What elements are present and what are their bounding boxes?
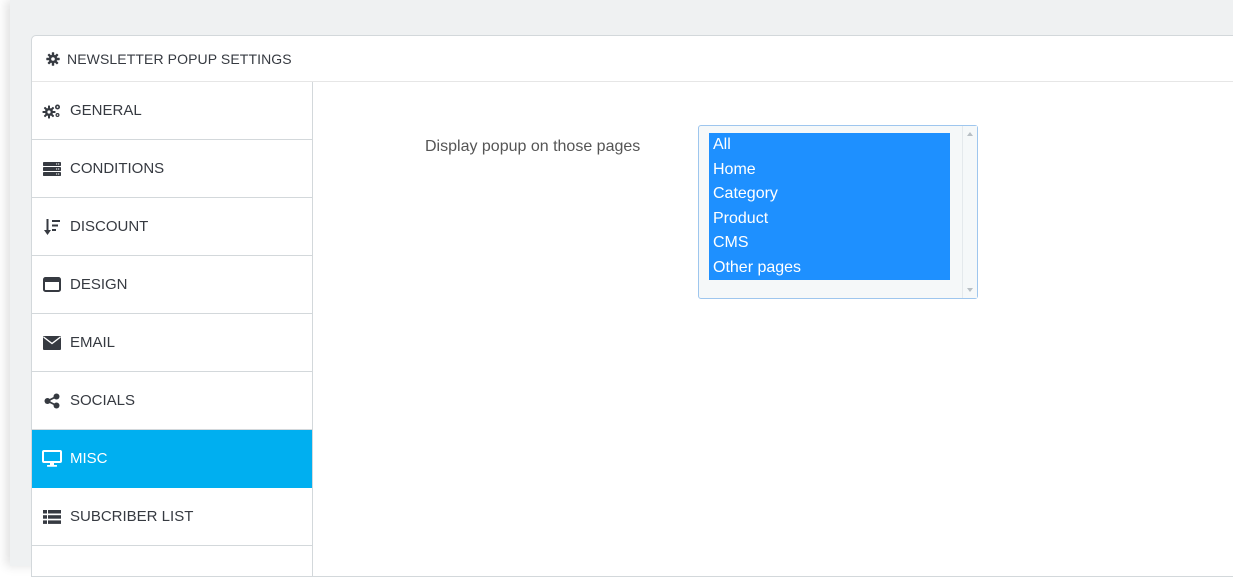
sidebar-item-general[interactable]: GENERAL: [32, 82, 312, 140]
sidebar-item-label: DISCOUNT: [70, 218, 149, 235]
display-pages-multiselect[interactable]: All Home Category Product CMS Other page…: [698, 125, 978, 299]
sidebar-item-email[interactable]: EMAIL: [32, 314, 312, 372]
option-cms[interactable]: CMS: [709, 231, 950, 256]
scroll-down-arrow-icon[interactable]: [967, 288, 973, 292]
options-list: All Home Category Product CMS Other page…: [709, 133, 950, 280]
sidebar-item-socials[interactable]: SOCIALS: [32, 372, 312, 430]
option-category[interactable]: Category: [709, 182, 950, 207]
server-icon: [42, 159, 62, 179]
sidebar-item-subscriber-list[interactable]: SUBCRIBER LIST: [32, 488, 312, 546]
option-product[interactable]: Product: [709, 206, 950, 231]
sidebar-item-label: DESIGN: [70, 276, 128, 293]
gears-icon: [42, 101, 62, 121]
sidebar-item-design[interactable]: DESIGN: [32, 256, 312, 314]
sidebar-item-discount[interactable]: DISCOUNT: [32, 198, 312, 256]
option-other-pages[interactable]: Other pages: [709, 255, 950, 280]
share-icon: [42, 391, 62, 411]
option-all[interactable]: All: [709, 133, 950, 158]
newsletter-settings-panel: NEWSLETTER POPUP SETTINGS GENERAL CONDIT…: [31, 35, 1233, 577]
settings-sidebar: GENERAL CONDITIONS DISCOUNT DESIGN EMAIL: [32, 82, 313, 576]
sidebar-item-label: SOCIALS: [70, 392, 136, 409]
sidebar-item-label: SUBCRIBER LIST: [70, 508, 194, 525]
sidebar-item-conditions[interactable]: CONDITIONS: [32, 140, 312, 198]
sidebar-item-label: MISC: [70, 450, 108, 467]
sort-amount-icon: [42, 217, 62, 237]
sidebar-item-label: CONDITIONS: [70, 160, 165, 177]
option-home[interactable]: Home: [709, 157, 950, 182]
sidebar-item-misc[interactable]: MISC: [32, 430, 312, 488]
list-icon: [42, 507, 62, 527]
scroll-up-arrow-icon[interactable]: [967, 132, 973, 136]
select-scrollbar[interactable]: [962, 126, 977, 298]
panel-header: NEWSLETTER POPUP SETTINGS: [32, 36, 1233, 82]
display-pages-label: Display popup on those pages: [425, 138, 641, 155]
window-icon: [42, 275, 62, 295]
misc-settings-content: Display popup on those pages All Home Ca…: [313, 82, 1233, 576]
envelope-icon: [42, 333, 62, 353]
panel-title: NEWSLETTER POPUP SETTINGS: [67, 50, 292, 67]
sidebar-item-label: GENERAL: [70, 102, 142, 119]
gear-icon: [46, 51, 60, 66]
desktop-icon: [42, 449, 62, 469]
sidebar-item-label: EMAIL: [70, 334, 116, 351]
